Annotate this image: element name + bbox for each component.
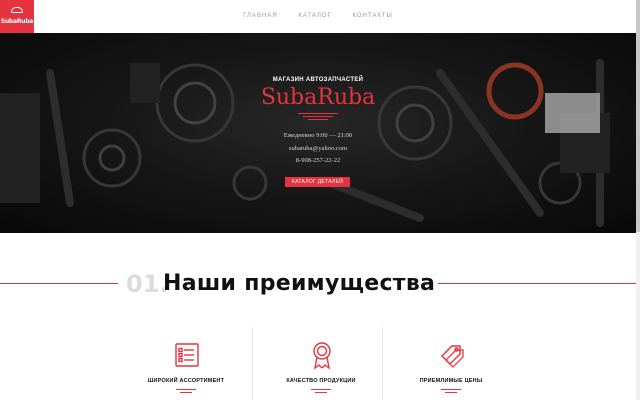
hero-subtitle: МАГАЗИН АВТОЗАПЧАСТЕЙ	[272, 77, 364, 83]
feature-label: ШИРОКИЙ АССОРТИМЕНТ	[147, 378, 225, 384]
site-header: SubaRuba ГЛАВНАЯ КАТАЛОГ КОНТАКТЫ	[0, 0, 636, 33]
logo-text: SubaRuba	[0, 18, 34, 25]
price-tags-icon	[441, 345, 464, 368]
opening-hours: Ежедневно 9:00 — 21:00	[283, 132, 353, 139]
feature-divider	[382, 327, 383, 400]
nav-item-contacts[interactable]: КОНТАКТЫ	[352, 13, 392, 19]
award-ribbon-icon	[313, 342, 331, 370]
scrollbar[interactable]	[636, 0, 640, 400]
heading-line-left	[0, 283, 118, 284]
hero-content: МАГАЗИН АВТОЗАПЧАСТЕЙ SubaRuba Ежедневно…	[0, 33, 636, 233]
feature-underline	[441, 389, 461, 395]
feature-underline	[311, 389, 331, 395]
title-underline-decoration	[298, 113, 338, 122]
feature-divider	[252, 327, 253, 400]
list-icon	[175, 343, 199, 367]
main-nav: ГЛАВНАЯ КАТАЛОГ КОНТАКТЫ	[0, 13, 636, 19]
catalog-button[interactable]: КАТАЛОГ ДЕТАЛЕЙ	[285, 177, 350, 187]
scrollbar-thumb[interactable]	[636, 0, 640, 232]
email-link[interactable]: subaruba@yahoo.com	[0, 145, 636, 152]
phone-number[interactable]: 8-908-257-22-22	[0, 157, 636, 164]
feature-label: ПРИЕМЛИМЫЕ ЦЕНЫ	[419, 378, 483, 384]
feature-item-assortment: ШИРОКИЙ АССОРТИМЕНТ	[121, 327, 251, 400]
section-title: Наши преимущества	[163, 271, 436, 296]
hero-title: SubaRuba	[260, 85, 376, 110]
heading-line-right	[438, 283, 636, 284]
hero-banner: МАГАЗИН АВТОЗАПЧАСТЕЙ SubaRuba Ежедневно…	[0, 33, 636, 233]
nav-item-catalog[interactable]: КАТАЛОГ	[298, 13, 331, 19]
feature-item-prices: ПРИЕМЛИМЫЕ ЦЕНЫ	[386, 327, 516, 400]
feature-label: КАЧЕСТВО ПРОДУКЦИИ	[286, 378, 356, 384]
feature-underline	[176, 389, 196, 395]
features-list: ШИРОКИЙ АССОРТИМЕНТ КАЧЕСТВО ПРОДУКЦИИ П…	[106, 327, 536, 400]
advantages-heading: 01. Наши преимущества	[0, 269, 636, 299]
feature-item-quality: КАЧЕСТВО ПРОДУКЦИИ	[256, 327, 386, 400]
nav-item-home[interactable]: ГЛАВНАЯ	[243, 13, 278, 19]
